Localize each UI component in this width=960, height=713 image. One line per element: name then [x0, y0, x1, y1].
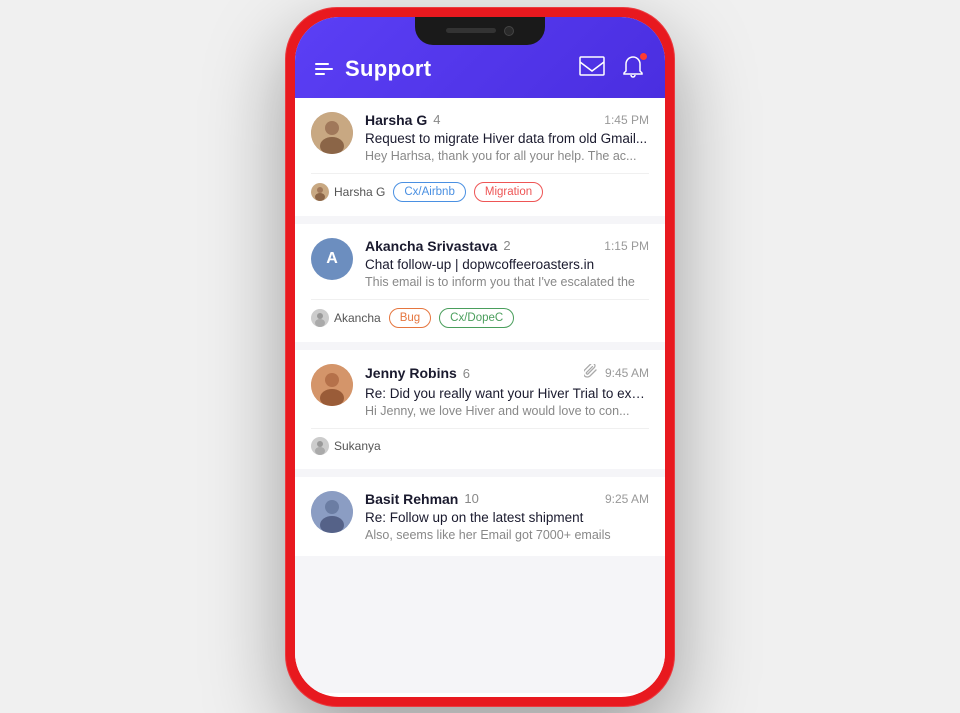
- conversation-item[interactable]: Harsha G 4 1:45 PM Request to migrate Hi…: [295, 98, 665, 216]
- conversation-body: Akancha Srivastava 2 1:15 PM Chat follow…: [365, 238, 649, 289]
- assignee-avatar: [311, 309, 329, 327]
- email-preview: Hi Jenny, we love Hiver and would love t…: [365, 404, 649, 418]
- inbox-icon: [579, 56, 605, 78]
- assignee-name: Sukanya: [334, 439, 381, 453]
- tags-row: Sukanya: [311, 428, 649, 455]
- avatar: [311, 364, 353, 406]
- message-count: 4: [433, 112, 440, 127]
- paperclip-icon: [584, 364, 598, 378]
- app-title: Support: [345, 56, 431, 82]
- phone-wrapper: Support: [270, 0, 690, 713]
- tags-row: Akancha Bug Cx/DopeC: [311, 299, 649, 328]
- avatar: [311, 491, 353, 533]
- jenny-avatar-svg: [311, 364, 353, 406]
- inbox-button[interactable]: [579, 56, 605, 83]
- phone-frame: Support: [285, 7, 675, 707]
- message-count: 6: [463, 366, 470, 381]
- assignee-avatar-icon: [311, 183, 329, 201]
- email-subject: Re: Did you really want your Hiver Trial…: [365, 386, 649, 401]
- conversation-body: Jenny Robins 6 9:45 AM: [365, 364, 649, 418]
- attachment-icon: [584, 364, 598, 383]
- email-preview: This email is to inform you that I've es…: [365, 275, 649, 289]
- harsha-avatar-svg: [311, 112, 353, 154]
- tag-bug[interactable]: Bug: [389, 308, 431, 328]
- conversation-list[interactable]: Harsha G 4 1:45 PM Request to migrate Hi…: [295, 98, 665, 693]
- assignee-tag: Akancha: [311, 309, 381, 327]
- sender-name: Akancha Srivastava: [365, 238, 497, 254]
- conversation-item[interactable]: Jenny Robins 6 9:45 AM: [295, 350, 665, 469]
- conversation-item[interactable]: Basit Rehman 10 9:25 AM Re: Follow up on…: [295, 477, 665, 556]
- avatar: [311, 112, 353, 154]
- header-right: [579, 55, 645, 84]
- tag-cx-dopec[interactable]: Cx/DopeC: [439, 308, 514, 328]
- sender-name: Basit Rehman: [365, 491, 458, 507]
- sender-name: Jenny Robins: [365, 365, 457, 381]
- assignee-name: Akancha: [334, 311, 381, 325]
- email-subject: Chat follow-up | dopwcoffeeroasters.in: [365, 257, 649, 272]
- notification-badge: [639, 52, 648, 61]
- message-time: 9:45 AM: [605, 366, 649, 380]
- assignee-tag: Harsha G: [311, 183, 385, 201]
- sender-name: Harsha G: [365, 112, 427, 128]
- assignee-avatar: [311, 437, 329, 455]
- notch: [415, 17, 545, 45]
- menu-button[interactable]: [315, 63, 333, 75]
- phone-screen: Support: [295, 17, 665, 697]
- message-time: 1:15 PM: [604, 239, 649, 253]
- assignee-tag: Sukanya: [311, 437, 381, 455]
- notifications-button[interactable]: [621, 55, 645, 84]
- message-time: 9:25 AM: [605, 492, 649, 506]
- email-preview: Also, seems like her Email got 7000+ ema…: [365, 528, 649, 542]
- email-subject: Re: Follow up on the latest shipment: [365, 510, 649, 525]
- tags-row: Harsha G Cx/Airbnb Migration: [311, 173, 649, 202]
- avatar: A: [311, 238, 353, 280]
- speaker: [446, 28, 496, 33]
- message-count: 2: [503, 238, 510, 253]
- avatar-letter: A: [326, 250, 338, 268]
- tag-migration[interactable]: Migration: [474, 182, 543, 202]
- assignee-avatar: [311, 183, 329, 201]
- assignee-avatar-icon: [311, 437, 329, 455]
- email-preview: Hey Harhsa, thank you for all your help.…: [365, 149, 649, 163]
- tag-cx-airbnb[interactable]: Cx/Airbnb: [393, 182, 466, 202]
- conversation-body: Basit Rehman 10 9:25 AM Re: Follow up on…: [365, 491, 649, 542]
- camera: [504, 26, 514, 36]
- conversation-item[interactable]: A Akancha Srivastava 2 1:15 PM Chat foll…: [295, 224, 665, 342]
- assignee-name: Harsha G: [334, 185, 385, 199]
- message-count: 10: [464, 491, 478, 506]
- conversation-body: Harsha G 4 1:45 PM Request to migrate Hi…: [365, 112, 649, 163]
- header-left: Support: [315, 56, 431, 82]
- basit-avatar-svg: [311, 491, 353, 533]
- email-subject: Request to migrate Hiver data from old G…: [365, 131, 649, 146]
- assignee-avatar-icon: [311, 309, 329, 327]
- message-time: 1:45 PM: [604, 113, 649, 127]
